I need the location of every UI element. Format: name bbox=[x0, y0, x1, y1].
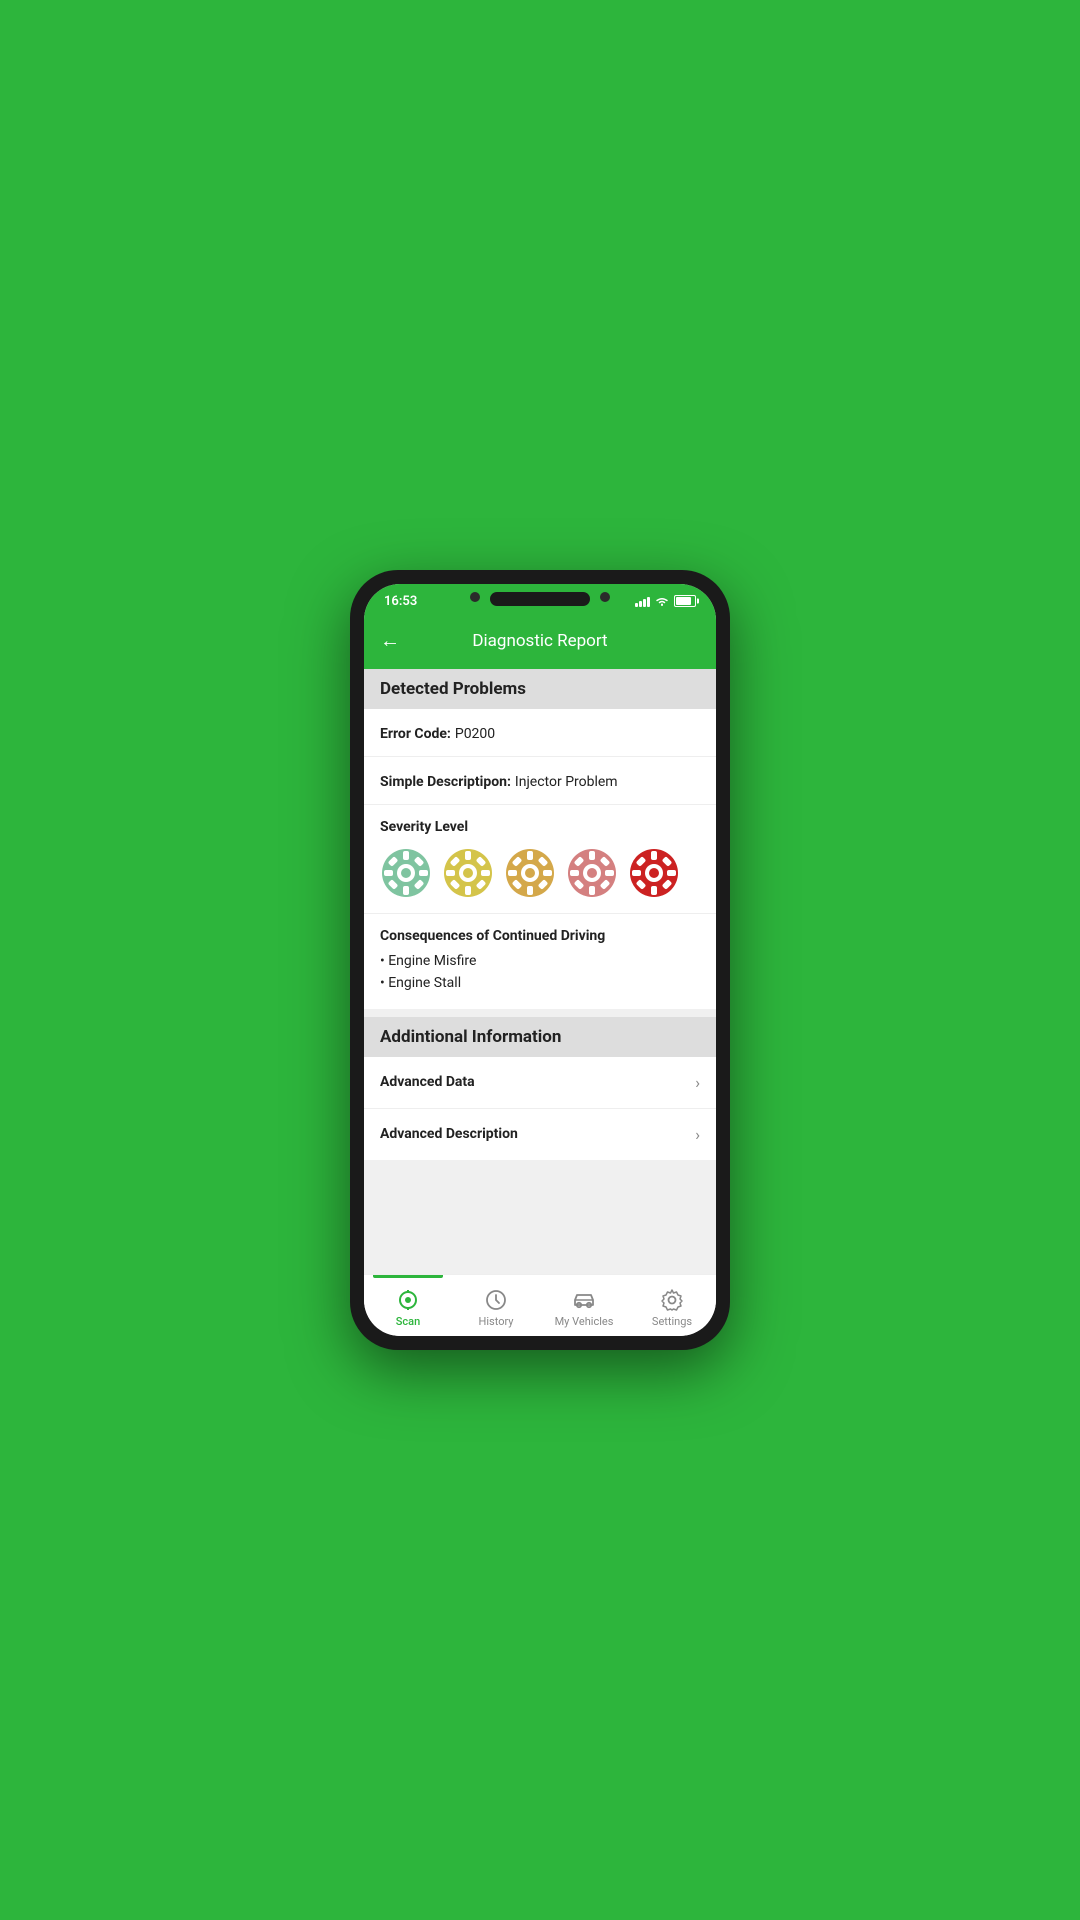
my-vehicles-label: My Vehicles bbox=[555, 1315, 614, 1328]
phone-screen: 16:53 bbox=[364, 584, 716, 1336]
page-header: ← Diagnostic Report bbox=[364, 616, 716, 669]
severity-section: Severity Level bbox=[364, 805, 716, 914]
consequence-2: • Engine Stall bbox=[380, 972, 700, 994]
wifi-icon bbox=[655, 595, 669, 607]
advanced-description-label: Advanced Description bbox=[380, 1126, 518, 1142]
consequences-section: Consequences of Continued Driving • Engi… bbox=[364, 914, 716, 1009]
bottom-nav: Scan History bbox=[364, 1274, 716, 1336]
severity-label: Severity Level bbox=[380, 819, 700, 835]
nav-item-settings[interactable]: Settings bbox=[628, 1275, 716, 1336]
back-button[interactable]: ← bbox=[380, 626, 408, 655]
consequences-label: Consequences of Continued Driving bbox=[380, 928, 700, 944]
error-code-row: Error Code: P0200 bbox=[364, 709, 716, 757]
advanced-description-row[interactable]: Advanced Description › bbox=[364, 1109, 716, 1160]
severity-gear-4 bbox=[566, 847, 618, 899]
detected-problems-title: Detected Problems bbox=[380, 679, 526, 699]
status-icons bbox=[635, 595, 696, 607]
detected-problems-header: Detected Problems bbox=[364, 669, 716, 709]
simple-desc-label: Simple Descriptipon: bbox=[380, 774, 511, 790]
advanced-data-label: Advanced Data bbox=[380, 1074, 475, 1090]
error-code-label: Error Code: bbox=[380, 726, 451, 742]
history-icon bbox=[484, 1288, 508, 1312]
advanced-description-chevron: › bbox=[695, 1125, 700, 1144]
severity-gear-2 bbox=[442, 847, 494, 899]
severity-gear-1 bbox=[380, 847, 432, 899]
consequence-1: • Engine Misfire bbox=[380, 950, 700, 972]
nav-item-history[interactable]: History bbox=[452, 1275, 540, 1336]
severity-gear-3 bbox=[504, 847, 556, 899]
page-content: Detected Problems Error Code: P0200 Simp… bbox=[364, 669, 716, 1274]
settings-icon bbox=[660, 1288, 684, 1312]
additional-info-header: Addintional Information bbox=[364, 1017, 716, 1057]
section-gap bbox=[364, 1009, 716, 1017]
signal-icon bbox=[635, 595, 650, 607]
nav-item-scan[interactable]: Scan bbox=[364, 1275, 452, 1336]
additional-info-card: Advanced Data › Advanced Description › bbox=[364, 1057, 716, 1160]
settings-label: Settings bbox=[652, 1315, 692, 1328]
error-code-value: P0200 bbox=[455, 726, 495, 742]
simple-description-row: Simple Descriptipon: Injector Problem bbox=[364, 757, 716, 805]
severity-icons bbox=[380, 847, 700, 899]
status-time: 16:53 bbox=[384, 594, 417, 609]
simple-desc-value: Injector Problem bbox=[515, 774, 618, 790]
severity-gear-5 bbox=[628, 847, 680, 899]
scan-label: Scan bbox=[396, 1315, 420, 1328]
phone-notch bbox=[490, 592, 590, 606]
battery-icon bbox=[674, 595, 696, 607]
advanced-data-row[interactable]: Advanced Data › bbox=[364, 1057, 716, 1109]
page-title: Diagnostic Report bbox=[408, 631, 672, 651]
detected-problems-card: Error Code: P0200 Simple Descriptipon: I… bbox=[364, 709, 716, 1009]
phone-frame: 16:53 bbox=[350, 570, 730, 1350]
advanced-data-chevron: › bbox=[695, 1073, 700, 1092]
nav-item-my-vehicles[interactable]: My Vehicles bbox=[540, 1275, 628, 1336]
scan-icon bbox=[396, 1288, 420, 1312]
history-label: History bbox=[479, 1315, 514, 1328]
camera-right bbox=[600, 592, 610, 602]
my-vehicles-icon bbox=[572, 1288, 596, 1312]
additional-info-title: Addintional Information bbox=[380, 1027, 561, 1047]
camera-left bbox=[470, 592, 480, 602]
